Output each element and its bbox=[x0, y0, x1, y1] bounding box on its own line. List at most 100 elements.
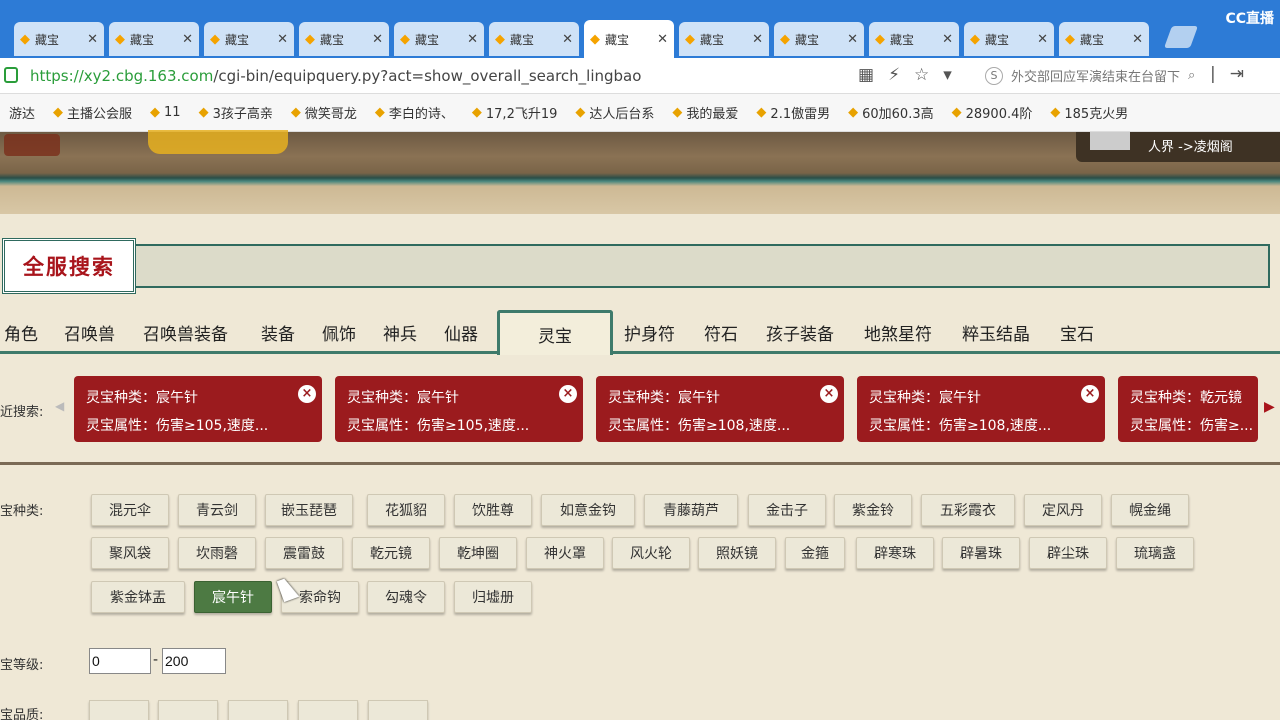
category-tab[interactable]: 灵宝 bbox=[497, 310, 613, 355]
close-icon[interactable]: ✕ bbox=[847, 32, 858, 47]
browser-tab[interactable]: ◆ 藏宝 ✕ bbox=[14, 22, 104, 56]
category-tab[interactable]: 护身符 bbox=[624, 320, 675, 345]
kind-option-button[interactable]: 五彩霞衣 bbox=[921, 494, 1015, 526]
close-icon[interactable]: ✕ bbox=[657, 32, 668, 47]
bookmark-item[interactable]: ◆ 2.1傲雷男 bbox=[747, 103, 839, 122]
browser-tab[interactable]: ◆ 藏宝 ✕ bbox=[394, 22, 484, 56]
category-tab[interactable]: 佩饰 bbox=[322, 320, 356, 345]
category-tab[interactable]: 召唤兽 bbox=[64, 320, 115, 345]
category-tab[interactable]: 孩子装备 bbox=[766, 320, 834, 345]
new-tab-button[interactable] bbox=[1163, 26, 1199, 48]
kind-option-button[interactable]: 青藤葫芦 bbox=[644, 494, 738, 526]
category-tab[interactable]: 粹玉结晶 bbox=[962, 320, 1030, 345]
kind-option-button[interactable]: 坎雨磬 bbox=[178, 537, 256, 569]
bookmark-item[interactable]: ◆ 3孩子高亲 bbox=[190, 103, 282, 122]
recent-search-card[interactable]: 灵宝种类：宸午针 灵宝属性：伤害≥105,速度... × bbox=[74, 376, 322, 442]
kind-option-button[interactable]: 风火轮 bbox=[612, 537, 690, 569]
category-tab[interactable]: 角色 bbox=[4, 320, 38, 345]
browser-tab[interactable]: ◆ 藏宝 ✕ bbox=[489, 22, 579, 56]
close-icon[interactable]: ✕ bbox=[1037, 32, 1048, 47]
kind-option-button[interactable]: 聚风袋 bbox=[91, 537, 169, 569]
bookmark-item[interactable]: ◆ 李白的诗、 bbox=[366, 103, 463, 122]
close-icon[interactable]: ✕ bbox=[182, 32, 193, 47]
bookmark-item[interactable]: ◆ 185克火男 bbox=[1041, 103, 1137, 122]
kind-option-button[interactable]: 勾魂令 bbox=[367, 581, 445, 613]
browser-tab[interactable]: ◆ 藏宝 ✕ bbox=[1059, 22, 1149, 56]
kind-option-button[interactable]: 紫金钵盂 bbox=[91, 581, 185, 613]
dropdown-icon[interactable]: ▾ bbox=[943, 65, 952, 85]
browser-tab[interactable]: ◆ 藏宝 ✕ bbox=[584, 20, 674, 58]
category-tab[interactable]: 仙器 bbox=[444, 320, 478, 345]
kind-option-button[interactable]: 混元伞 bbox=[91, 494, 169, 526]
recent-search-card[interactable]: 灵宝种类：乾元镜 灵宝属性：伤害≥... bbox=[1118, 376, 1258, 442]
remove-icon[interactable]: × bbox=[298, 385, 316, 403]
kind-option-button[interactable]: 紫金铃 bbox=[834, 494, 912, 526]
category-tab[interactable]: 宝石 bbox=[1060, 320, 1094, 345]
browser-search-box[interactable]: S 外交部回应军演结束在台留下 ⌕ bbox=[985, 66, 1195, 85]
bookmark-item[interactable]: ◆ 28900.4阶 bbox=[943, 103, 1042, 122]
browser-tab[interactable]: ◆ 藏宝 ✕ bbox=[679, 22, 769, 56]
kind-option-button[interactable]: 金击子 bbox=[748, 494, 826, 526]
qr-code-icon[interactable]: ▦ bbox=[858, 65, 874, 85]
kind-option-button[interactable]: 震雷鼓 bbox=[265, 537, 343, 569]
kind-option-button[interactable]: 青云剑 bbox=[178, 494, 256, 526]
quality-option[interactable] bbox=[368, 700, 428, 720]
category-tab[interactable]: 符石 bbox=[704, 320, 738, 345]
remove-icon[interactable]: × bbox=[559, 385, 577, 403]
lightning-icon[interactable]: ⚡ bbox=[888, 65, 900, 85]
close-icon[interactable]: ✕ bbox=[277, 32, 288, 47]
browser-tab[interactable]: ◆ 藏宝 ✕ bbox=[204, 22, 294, 56]
close-icon[interactable]: ✕ bbox=[942, 32, 953, 47]
close-icon[interactable]: ✕ bbox=[372, 32, 383, 47]
close-icon[interactable]: ✕ bbox=[562, 32, 573, 47]
star-icon[interactable]: ☆ bbox=[914, 65, 929, 85]
kind-option-button[interactable]: 嵌玉琵琶 bbox=[265, 494, 353, 526]
category-tab[interactable]: 神兵 bbox=[383, 320, 417, 345]
quality-option[interactable] bbox=[298, 700, 358, 720]
kind-option-button[interactable]: 花狐貂 bbox=[367, 494, 445, 526]
category-tab[interactable]: 召唤兽装备 bbox=[143, 320, 228, 345]
kind-option-button[interactable]: 归墟册 bbox=[454, 581, 532, 613]
remove-icon[interactable]: × bbox=[1081, 385, 1099, 403]
bookmark-item[interactable]: ◆ 达人后台系 bbox=[566, 103, 663, 122]
bookmark-item[interactable]: ◆ 60加60.3高 bbox=[839, 103, 943, 122]
close-icon[interactable]: ✕ bbox=[1132, 32, 1143, 47]
category-tab[interactable]: 装备 bbox=[261, 320, 295, 345]
bookmark-item[interactable]: ◆ 我的最爱 bbox=[663, 103, 747, 122]
browser-tab[interactable]: ◆ 藏宝 ✕ bbox=[869, 22, 959, 56]
kind-option-button[interactable]: 神火罩 bbox=[526, 537, 604, 569]
url-text[interactable]: https://xy2.cbg.163.com/cgi-bin/equipque… bbox=[30, 67, 641, 85]
kind-option-button[interactable]: 乾坤圈 bbox=[439, 537, 517, 569]
recent-search-card[interactable]: 灵宝种类：宸午针 灵宝属性：伤害≥108,速度... × bbox=[857, 376, 1105, 442]
level-min-input[interactable] bbox=[89, 648, 151, 674]
bookmark-item[interactable]: 游达 bbox=[0, 103, 44, 122]
prev-arrow-icon[interactable]: ◀ bbox=[55, 399, 64, 413]
browser-tab[interactable]: ◆ 藏宝 ✕ bbox=[964, 22, 1054, 56]
next-arrow-icon[interactable]: ▶ bbox=[1264, 399, 1275, 415]
close-icon[interactable]: ✕ bbox=[87, 32, 98, 47]
remove-icon[interactable]: × bbox=[820, 385, 838, 403]
kind-option-button[interactable]: 照妖镜 bbox=[698, 537, 776, 569]
close-icon[interactable]: ✕ bbox=[752, 32, 763, 47]
quality-option[interactable] bbox=[158, 700, 218, 720]
cbg-logo[interactable] bbox=[148, 130, 288, 154]
recent-search-card[interactable]: 灵宝种类：宸午针 灵宝属性：伤害≥105,速度... × bbox=[335, 376, 583, 442]
kind-option-button[interactable]: 琉璃盏 bbox=[1116, 537, 1194, 569]
kind-option-button[interactable]: 饮胜尊 bbox=[454, 494, 532, 526]
kind-option-button[interactable]: 幌金绳 bbox=[1111, 494, 1189, 526]
browser-tab[interactable]: ◆ 藏宝 ✕ bbox=[299, 22, 389, 56]
kind-option-button[interactable]: 金箍 bbox=[785, 537, 845, 569]
quality-option[interactable] bbox=[89, 700, 149, 720]
kind-option-button[interactable]: 宸午针 bbox=[194, 581, 272, 613]
kind-option-button[interactable]: 辟尘珠 bbox=[1029, 537, 1107, 569]
bookmark-item[interactable]: ◆ 微笑哥龙 bbox=[282, 103, 366, 122]
level-max-input[interactable] bbox=[162, 648, 226, 674]
kind-option-button[interactable]: 乾元镜 bbox=[352, 537, 430, 569]
kind-option-button[interactable]: 辟寒珠 bbox=[856, 537, 934, 569]
browser-tab[interactable]: ◆ 藏宝 ✕ bbox=[774, 22, 864, 56]
bookmark-item[interactable]: ◆ 17,2飞升19 bbox=[463, 103, 567, 122]
category-tab[interactable]: 地煞星符 bbox=[864, 320, 932, 345]
quality-option[interactable] bbox=[228, 700, 288, 720]
login-icon[interactable]: ⇥ bbox=[1230, 64, 1244, 84]
bookmark-item[interactable]: ◆ 11 bbox=[141, 105, 190, 120]
